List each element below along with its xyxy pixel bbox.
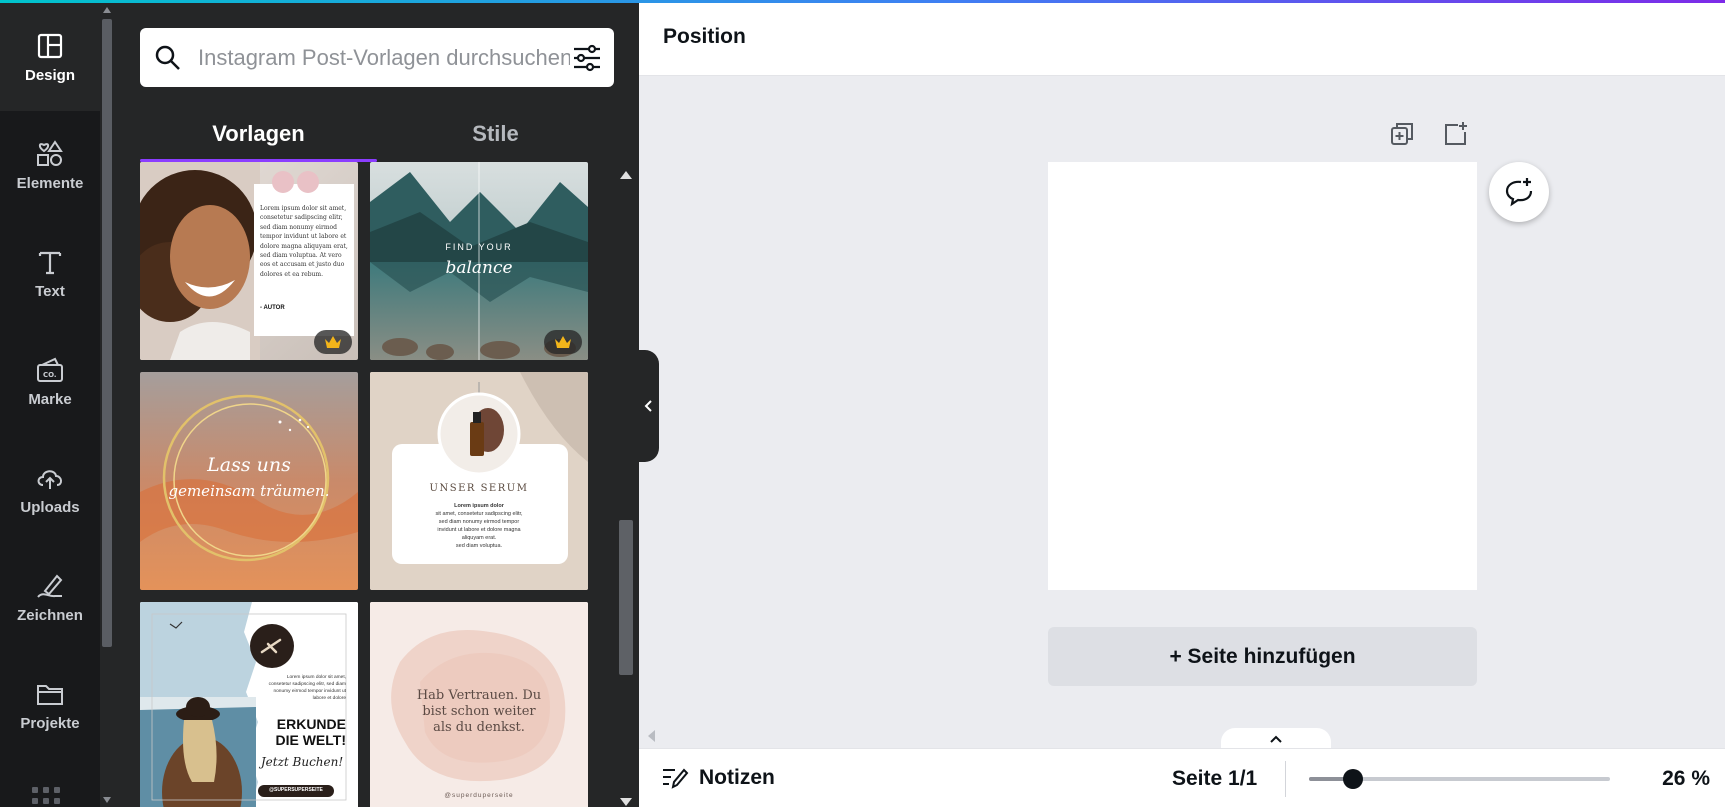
panel-scroll-down-icon[interactable] [620, 798, 632, 806]
rail-item-projects[interactable]: Projekte [0, 651, 100, 759]
filter-sliders-icon[interactable] [572, 44, 602, 72]
rail-label-elements: Elemente [16, 174, 84, 192]
notes-button[interactable]: Notizen [661, 765, 775, 791]
template-serum-body5: aliquyam erat. [461, 535, 497, 541]
template-find-balance[interactable]: FIND YOUR balance [370, 162, 588, 360]
rail-label-design: Design [24, 66, 75, 84]
template-quote-woman[interactable]: Lorem ipsum dolor sit amet, consetetur s… [140, 162, 358, 360]
template-serum[interactable]: UNSER SERUM Lorem ipsum dolor sit amet, … [370, 372, 588, 590]
search-input[interactable] [196, 43, 572, 72]
layout-icon [37, 33, 63, 58]
template-trust[interactable]: Hab Vertrauen. Du bist schon weiter als … [370, 602, 588, 807]
svg-text:CO.: CO. [43, 371, 57, 379]
side-nav-rail: Design Elemente Text CO. Marke Uploads Z… [0, 3, 100, 807]
template-explore-world[interactable]: Lorem ipsum dolor sit amet, consetetur s… [140, 602, 358, 807]
template-grid: Lorem ipsum dolor sit amet, consetetur s… [140, 162, 590, 807]
scroll-left-icon[interactable] [648, 730, 655, 742]
search-box [140, 28, 614, 87]
template-serum-body2: sit amet, consetetur sadipscing elitr, [435, 511, 523, 517]
rail-item-draw[interactable]: Zeichnen [0, 543, 100, 651]
rail-item-uploads[interactable]: Uploads [0, 435, 100, 543]
premium-crown-badge [314, 330, 352, 354]
template-serum-body6: sed diam voluptua. [455, 543, 503, 549]
apps-grid-icon[interactable] [32, 787, 60, 804]
rail-label-brand: Marke [28, 390, 72, 408]
template-trust-handle: @superduperseite [444, 792, 514, 799]
template-trust-line1: Hab Vertrauen. Du [416, 688, 542, 703]
template-trust-line3: als du denkst. [433, 720, 525, 735]
panel-scroll-up-icon[interactable] [620, 171, 632, 179]
template-dream-line2: gemeinsam träumen. [168, 482, 330, 500]
add-page-icon[interactable] [1442, 120, 1470, 148]
template-balance-line2: balance [445, 258, 513, 278]
search-icon [155, 45, 180, 70]
tab-templates[interactable]: Vorlagen [140, 106, 377, 162]
text-icon [38, 251, 62, 274]
template-explore-handle: @SUPERSUPERSEITE [269, 787, 323, 793]
collapse-panel-button[interactable] [639, 350, 659, 462]
template-explore-script: Jetzt Buchen! [260, 755, 344, 769]
rail-item-text[interactable]: Text [0, 219, 100, 327]
brand-icon: CO. [37, 357, 63, 382]
chevron-left-icon [644, 400, 652, 412]
design-canvas[interactable] [1048, 162, 1477, 590]
duplicate-page-icon[interactable] [1388, 120, 1416, 148]
crown-icon [325, 336, 341, 348]
rail-scrollbar[interactable] [100, 3, 114, 807]
template-trust-line2: bist schon weiter [422, 704, 536, 719]
editor-footer: Notizen Seite 1/1 26 % [639, 748, 1725, 807]
template-balance-line1: FIND YOUR [445, 242, 513, 252]
template-explore-heading1: ERKUNDE [276, 716, 346, 732]
page-indicator[interactable]: Seite 1/1 [1172, 767, 1257, 791]
rail-scroll-thumb[interactable] [102, 19, 112, 647]
template-serum-image [370, 372, 588, 590]
premium-crown-badge [544, 330, 582, 354]
footer-divider [1285, 761, 1286, 797]
editor-header: Position [639, 3, 1725, 76]
rail-scroll-up-icon[interactable] [103, 7, 111, 13]
template-serum-body1: Lorem ipsum dolor [454, 503, 504, 509]
template-quote-author: - AUTOR [260, 305, 285, 311]
expand-footer-button[interactable] [1221, 728, 1331, 750]
pen-icon [37, 574, 63, 598]
notes-pencil-icon [663, 768, 689, 789]
comment-add-icon [1505, 178, 1533, 207]
template-explore-body: Lorem ipsum dolor sit amet, consetetur s… [268, 675, 346, 701]
panel-tabs: Vorlagen Stile [140, 106, 614, 162]
add-page-button[interactable]: + Seite hinzufügen [1048, 627, 1477, 686]
rail-label-projects: Projekte [20, 714, 80, 732]
template-quote-body: Lorem ipsum dolor sit amet, consetetur s… [260, 205, 348, 278]
rail-item-elements[interactable]: Elemente [0, 111, 100, 219]
cloud-upload-icon [37, 469, 62, 489]
folder-icon [37, 684, 63, 705]
panel-scrollbar[interactable] [614, 162, 639, 807]
position-button[interactable]: Position [663, 25, 746, 49]
template-dream-image [140, 372, 358, 590]
template-serum-body4: invidunt ut labore et dolore magna [437, 527, 521, 533]
rail-scroll-down-icon[interactable] [103, 797, 111, 803]
template-explore-heading2: DIE WELT! [275, 732, 346, 748]
zoom-slider-handle[interactable] [1343, 769, 1363, 789]
zoom-level[interactable]: 26 % [1644, 767, 1710, 791]
rail-label-draw: Zeichnen [17, 606, 83, 624]
crown-icon [555, 336, 571, 348]
template-serum-body3: sed diam nonumy eirmod tempor [438, 519, 520, 525]
template-explore-image [140, 602, 358, 807]
panel-scroll-thumb[interactable] [619, 520, 633, 675]
template-serum-title: UNSER SERUM [429, 483, 529, 494]
notes-label: Notizen [699, 766, 775, 789]
rail-label-text: Text [35, 282, 65, 300]
rail-item-design[interactable]: Design [0, 3, 100, 111]
add-comment-button[interactable] [1489, 162, 1549, 222]
shapes-icon [37, 139, 63, 166]
chevron-up-icon [1270, 735, 1282, 743]
templates-panel: Vorlagen Stile Lorem ipsum dolor sit ame… [114, 3, 639, 807]
tab-styles[interactable]: Stile [377, 106, 614, 162]
rail-item-brand[interactable]: CO. Marke [0, 327, 100, 435]
rail-label-uploads: Uploads [20, 498, 80, 516]
template-dream-line1: Lass uns [207, 454, 291, 476]
template-dream-together[interactable]: Lass uns gemeinsam träumen. [140, 372, 358, 590]
zoom-slider[interactable] [1309, 769, 1610, 789]
